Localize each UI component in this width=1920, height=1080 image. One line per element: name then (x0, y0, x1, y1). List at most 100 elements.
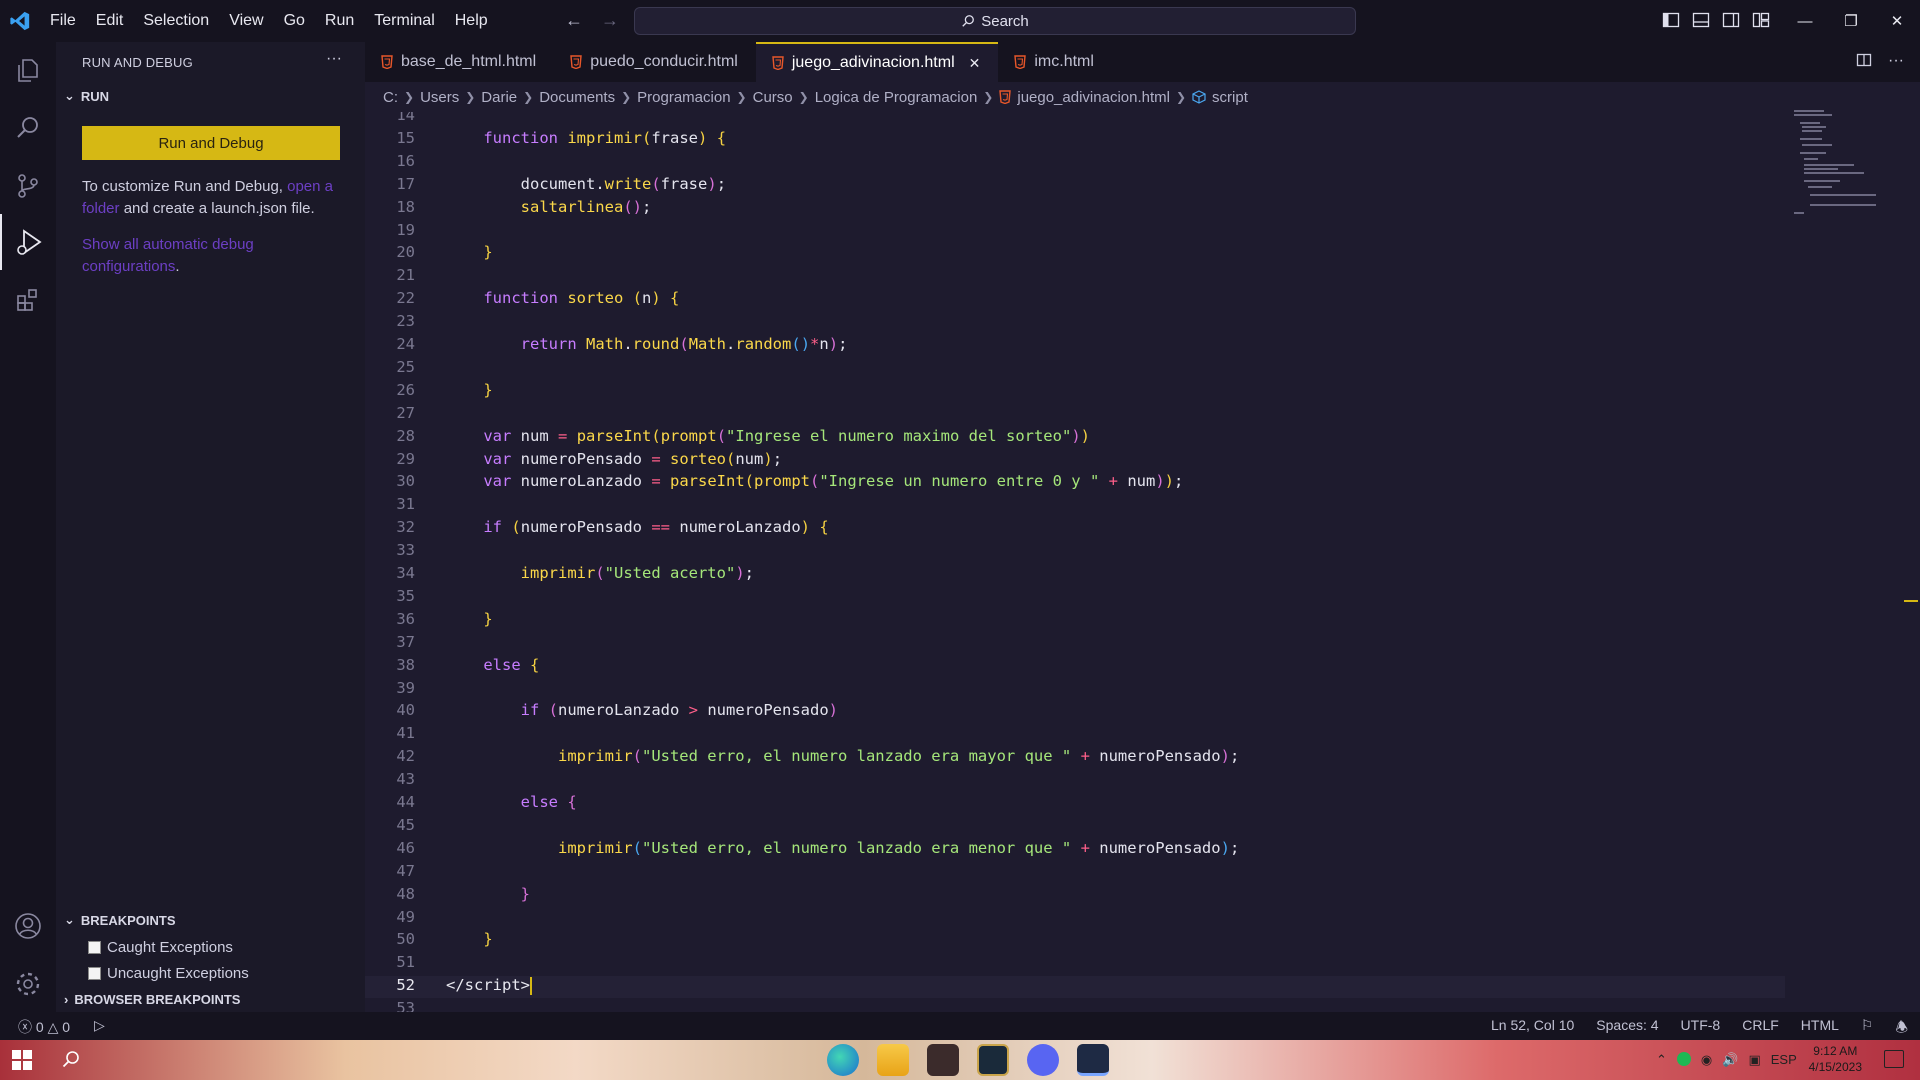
encoding[interactable]: UTF-8 (1681, 1017, 1721, 1041)
code-line[interactable]: 48 } (365, 885, 1785, 907)
close-icon[interactable]: ✕ (969, 55, 981, 72)
feedback-icon[interactable]: ⚐ (1861, 1017, 1874, 1041)
menu-edit[interactable]: Edit (86, 12, 134, 30)
tab-base-de-html[interactable]: base_de_html.html (365, 42, 554, 82)
browser-breakpoints-header[interactable]: › BROWSER BREAKPOINTS (64, 992, 240, 1007)
code-line[interactable]: 28 var num = parseInt(prompt("Ingrese el… (365, 427, 1785, 449)
spotify-icon[interactable] (1676, 1052, 1691, 1066)
checkbox[interactable] (88, 967, 101, 980)
volume-icon[interactable]: 🔊 (1722, 1052, 1738, 1068)
code-line[interactable]: 31 (365, 495, 1785, 517)
code-line[interactable]: 27 (365, 404, 1785, 426)
indentation[interactable]: Spaces: 4 (1596, 1017, 1658, 1041)
network-icon[interactable]: ▣ (1748, 1052, 1760, 1068)
code-line[interactable]: 26 } (365, 381, 1785, 403)
menu-selection[interactable]: Selection (133, 12, 219, 30)
code-line[interactable]: 24 return Math.round(Math.random()*n); (365, 335, 1785, 357)
code-line[interactable]: 52 </script> (365, 976, 1785, 999)
clock[interactable]: 9:12 AM 4/15/2023 (1809, 1043, 1862, 1075)
tab-imc[interactable]: imc.html (998, 42, 1112, 82)
menu-go[interactable]: Go (274, 12, 315, 30)
breadcrumb-item[interactable]: Curso (753, 89, 793, 106)
back-arrow-icon[interactable]: ← (565, 10, 583, 31)
settings-gear-icon[interactable] (0, 956, 56, 1012)
search-icon[interactable] (0, 100, 56, 156)
tab-puedo-conducir[interactable]: puedo_conducir.html (554, 42, 756, 82)
end-of-line[interactable]: CRLF (1742, 1017, 1779, 1041)
code-line[interactable]: 45 (365, 816, 1785, 838)
code-line[interactable]: 53 (365, 999, 1785, 1012)
minimap[interactable] (1790, 108, 1880, 218)
menu-help[interactable]: Help (445, 12, 498, 30)
menu-file[interactable]: File (40, 12, 86, 30)
code-line[interactable]: 18 saltarlinea(); (365, 198, 1785, 220)
code-line[interactable]: 23 (365, 312, 1785, 334)
code-line[interactable]: 51 (365, 953, 1785, 975)
code-line[interactable]: 36 } (365, 610, 1785, 632)
code-line[interactable]: 41 (365, 724, 1785, 746)
code-line[interactable]: 14 (365, 112, 1785, 128)
code-line[interactable]: 20 } (365, 243, 1785, 265)
breadcrumb-item[interactable]: juego_adivinacion.html (1017, 89, 1170, 106)
edge-browser-icon[interactable] (827, 1044, 859, 1076)
forward-arrow-icon[interactable]: → (601, 10, 619, 31)
windows-start-icon[interactable] (12, 1050, 32, 1070)
cursor-position[interactable]: Ln 52, Col 10 (1491, 1017, 1574, 1041)
code-line[interactable]: 21 (365, 266, 1785, 288)
problems-indicator[interactable]: ⓧ 0 △ 0 (18, 1017, 70, 1037)
code-line[interactable]: 47 (365, 862, 1785, 884)
app-icon[interactable] (927, 1044, 959, 1076)
code-line[interactable]: 30 var numeroLanzado = parseInt(prompt("… (365, 472, 1785, 494)
code-line[interactable]: 33 (365, 541, 1785, 563)
restore-icon[interactable]: ❐ (1828, 0, 1874, 42)
code-line[interactable]: 22 function sorteo (n) { (365, 289, 1785, 311)
breadcrumb-item[interactable]: Logica de Programacion (815, 89, 978, 106)
menu-terminal[interactable]: Terminal (364, 12, 444, 30)
breadcrumb-item[interactable]: Darie (481, 89, 517, 106)
code-line[interactable]: 40 if (numeroLanzado > numeroPensado) (365, 701, 1785, 723)
menu-view[interactable]: View (219, 12, 273, 30)
breadcrumb-item[interactable]: Programacion (637, 89, 730, 106)
code-line[interactable]: 15 function imprimir(frase) { (365, 129, 1785, 151)
debug-launch-icon[interactable]: ▷ (94, 1017, 105, 1037)
code-line[interactable]: 32 if (numeroPensado == numeroLanzado) { (365, 518, 1785, 540)
code-line[interactable]: 34 imprimir("Usted acerto"); (365, 564, 1785, 586)
breadcrumb-item[interactable]: script (1212, 89, 1248, 106)
toggle-panel-icon[interactable] (1692, 11, 1710, 29)
breakpoints-section-header[interactable]: ⌄ BREAKPOINTS (64, 912, 176, 928)
minimize-icon[interactable]: — (1782, 0, 1828, 42)
uncaught-exceptions-checkbox[interactable]: Uncaught Exceptions (88, 965, 249, 982)
run-and-debug-button[interactable]: Run and Debug (82, 126, 340, 160)
code-line[interactable]: 38 else { (365, 656, 1785, 678)
breadcrumb-item[interactable]: C: (383, 89, 398, 106)
breadcrumb-item[interactable]: Users (420, 89, 459, 106)
toggle-secondary-sidebar-icon[interactable] (1722, 11, 1740, 29)
code-line[interactable]: 29 var numeroPensado = sorteo(num); (365, 450, 1785, 472)
chevron-up-icon[interactable]: ⌃ (1656, 1052, 1667, 1068)
show-all-configs-link[interactable]: Show all automatic debug configurations (82, 236, 254, 275)
breadcrumb-item[interactable]: Documents (539, 89, 615, 106)
extensions-icon[interactable] (0, 272, 56, 328)
code-line[interactable]: 50 } (365, 930, 1785, 952)
code-line[interactable]: 43 (365, 770, 1785, 792)
split-editor-icon[interactable] (1856, 52, 1872, 73)
code-line[interactable]: 49 (365, 908, 1785, 930)
code-line[interactable]: 19 (365, 221, 1785, 243)
more-actions-icon[interactable]: ··· (326, 50, 342, 68)
tab-juego-adivinacion[interactable]: juego_adivinacion.html ✕ (755, 42, 999, 82)
code-line[interactable]: 44 else { (365, 793, 1785, 815)
discord-tray-icon[interactable]: ◉ (1701, 1052, 1712, 1068)
code-line[interactable]: 35 (365, 587, 1785, 609)
checkbox[interactable] (88, 941, 101, 954)
taskbar-search-icon[interactable] (62, 1050, 80, 1073)
vscode-taskbar-icon[interactable] (1077, 1044, 1109, 1076)
explorer-icon[interactable] (0, 42, 56, 98)
code-line[interactable]: 42 imprimir("Usted erro, el numero lanza… (365, 747, 1785, 769)
code-line[interactable]: 16 (365, 152, 1785, 174)
run-section-header[interactable]: ⌄ RUN (64, 88, 109, 104)
code-editor[interactable]: 14 15 function imprimir(frase) {16 17 docu… (365, 112, 1920, 1012)
caught-exceptions-checkbox[interactable]: Caught Exceptions (88, 939, 233, 956)
code-line[interactable]: 25 (365, 358, 1785, 380)
input-language[interactable]: ESP (1771, 1052, 1797, 1068)
code-line[interactable]: 39 (365, 679, 1785, 701)
